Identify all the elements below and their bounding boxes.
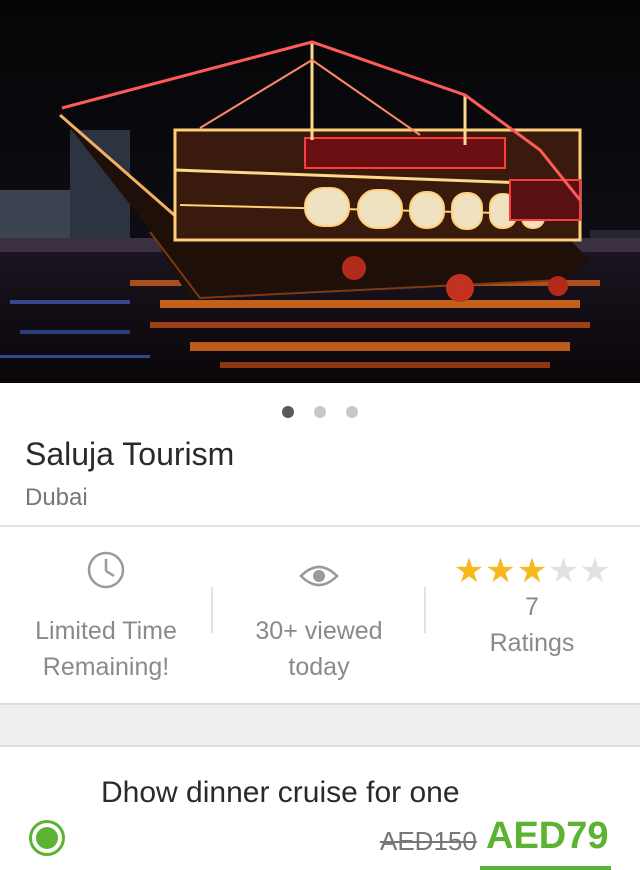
price-underline bbox=[480, 866, 611, 870]
new-price: AED79 bbox=[486, 815, 609, 857]
star-filled-icon: ★ bbox=[453, 552, 485, 590]
rating-stars: ★ ★ ★ ★ ★ bbox=[426, 552, 638, 590]
radio-selected-dot bbox=[36, 827, 58, 849]
star-filled-icon: ★ bbox=[516, 552, 548, 590]
listing-title: Saluja Tourism bbox=[25, 436, 235, 472]
star-empty-icon: ★ bbox=[579, 552, 611, 590]
star-filled-icon: ★ bbox=[485, 552, 516, 590]
rating-count: 7 bbox=[525, 593, 539, 621]
clock-icon bbox=[86, 550, 126, 597]
stat-time: Limited Time Remaining! bbox=[0, 527, 212, 703]
deal-radio[interactable] bbox=[29, 820, 65, 856]
rating-label: Ratings bbox=[489, 629, 575, 657]
hero-image[interactable] bbox=[0, 0, 640, 383]
deal-title: Dhow dinner cruise for one bbox=[101, 776, 460, 809]
pager-dot[interactable] bbox=[346, 406, 358, 418]
old-price: AED150 bbox=[380, 826, 477, 856]
star-empty-icon: ★ bbox=[548, 552, 579, 590]
stat-time-line2: Remaining! bbox=[42, 653, 170, 681]
listing-city: Dubai bbox=[25, 484, 88, 511]
stat-views-line1: 30+ viewed bbox=[255, 617, 383, 645]
image-pager[interactable] bbox=[0, 406, 640, 420]
stats-row: Limited Time Remaining! 30+ viewed today… bbox=[0, 527, 640, 703]
stat-views: 30+ viewed today bbox=[213, 527, 425, 703]
pager-dot[interactable] bbox=[282, 406, 294, 418]
section-separator bbox=[0, 703, 640, 747]
stat-time-line1: Limited Time bbox=[35, 617, 177, 645]
stat-rating[interactable]: ★ ★ ★ ★ ★ 7 Ratings bbox=[426, 527, 638, 703]
eye-icon bbox=[299, 562, 339, 597]
stat-views-line2: today bbox=[288, 653, 350, 681]
pager-dot[interactable] bbox=[314, 406, 326, 418]
